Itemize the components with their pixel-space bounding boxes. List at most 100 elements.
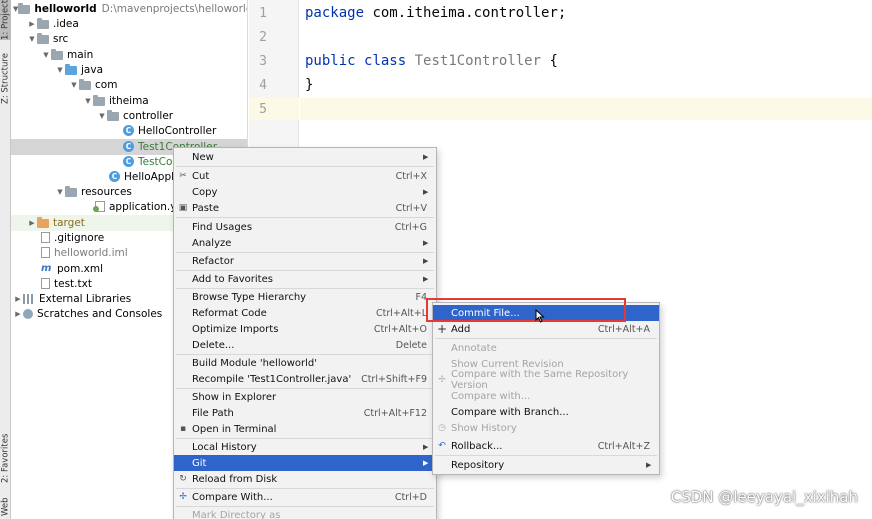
resources-folder-icon xyxy=(65,185,77,197)
menu-label: Reformat Code xyxy=(192,307,267,319)
tree-node-label: main xyxy=(67,48,94,61)
scratches-icon xyxy=(23,308,33,319)
menu-shortcut: Ctrl+Alt+Z xyxy=(597,440,650,452)
tree-node-label: .gitignore xyxy=(54,231,105,244)
submenu-arrow-icon: ▶ xyxy=(423,257,429,265)
terminal-icon: ▪ xyxy=(179,424,187,434)
menu-item-repository[interactable]: Repository ▶ xyxy=(433,457,659,473)
menu-item-compare-with[interactable]: ✢ Compare With... Ctrl+D xyxy=(174,489,436,505)
tree-node-java[interactable]: ▼ java xyxy=(11,62,247,78)
menu-item-refactor[interactable]: Refactor ▶ xyxy=(174,253,436,269)
menu-item-show-explorer[interactable]: Show in Explorer xyxy=(174,389,436,405)
tree-node-com[interactable]: ▼ com xyxy=(11,77,247,93)
clock-icon: ◷ xyxy=(438,423,446,433)
tree-node-main[interactable]: ▼ main xyxy=(11,47,247,63)
menu-item-cut[interactable]: ✂ Cut Ctrl+X xyxy=(174,168,436,184)
code-text: { xyxy=(541,53,558,69)
menu-label: Analyze xyxy=(192,237,232,249)
line-number: 3 xyxy=(259,54,267,69)
git-submenu: Commit File... + Add Ctrl+Alt+A Annotate S… xyxy=(432,302,660,475)
menu-item-add-favorites[interactable]: Add to Favorites ▶ xyxy=(174,271,436,287)
menu-label: Copy xyxy=(192,186,218,198)
favorites-tool-tab[interactable]: 2: Favorites xyxy=(0,428,11,488)
chevron-down-icon[interactable]: ▼ xyxy=(69,81,79,89)
project-tool-tab[interactable]: 1: Project xyxy=(0,0,11,40)
class-icon: C xyxy=(123,125,134,137)
chevron-down-icon[interactable]: ▼ xyxy=(27,35,37,43)
menu-item-paste[interactable]: ▣ Paste Ctrl+V xyxy=(174,200,436,216)
menu-separator xyxy=(176,166,434,167)
folder-icon xyxy=(51,48,63,60)
tree-node-label: com xyxy=(95,78,118,91)
compare-icon: ✢ xyxy=(179,492,187,502)
menu-label: Show History xyxy=(451,422,517,434)
menu-item-find-usages[interactable]: Find Usages Ctrl+G xyxy=(174,219,436,235)
menu-label: Show in Explorer xyxy=(192,391,277,403)
menu-item-open-terminal[interactable]: ▪ Open in Terminal xyxy=(174,421,436,437)
menu-label: Optimize Imports xyxy=(192,323,279,335)
keyword: class xyxy=(364,53,407,69)
menu-item-recompile[interactable]: Recompile 'Test1Controller.java' Ctrl+Shi… xyxy=(174,371,436,387)
menu-label: Build Module 'helloworld' xyxy=(192,357,318,369)
chevron-down-icon[interactable]: ▼ xyxy=(83,97,93,105)
tree-node-label: src xyxy=(53,32,69,45)
menu-item-file-path[interactable]: File Path Ctrl+Alt+F12 xyxy=(174,405,436,421)
tree-node-hello-controller[interactable]: C HelloController xyxy=(11,123,247,139)
menu-item-rollback[interactable]: ↶ Rollback... Ctrl+Alt+Z xyxy=(433,438,659,454)
menu-label: File Path xyxy=(192,407,234,419)
class-icon: C xyxy=(123,156,134,168)
menu-item-annotate[interactable]: Annotate xyxy=(433,340,659,356)
menu-item-reformat[interactable]: Reformat Code Ctrl+Alt+L xyxy=(174,305,436,321)
menu-item-compare-branch[interactable]: Compare with Branch... xyxy=(433,404,659,420)
menu-label: Browse Type Hierarchy xyxy=(192,291,307,303)
tree-node-controller[interactable]: ▼ controller xyxy=(11,108,247,124)
file-icon xyxy=(41,278,50,290)
package-icon xyxy=(79,78,91,90)
compare-icon: ✢ xyxy=(438,375,446,385)
web-tool-tab[interactable]: Web xyxy=(0,496,11,518)
tree-node-idea[interactable]: ▶ .idea xyxy=(11,16,247,32)
menu-item-delete[interactable]: Delete... Delete xyxy=(174,337,436,353)
class-name: Test1Controller xyxy=(414,53,542,69)
chevron-down-icon[interactable]: ▼ xyxy=(55,66,65,74)
menu-item-mark-directory[interactable]: Mark Directory as xyxy=(174,507,436,519)
menu-label: Repository xyxy=(451,459,505,471)
tree-node-label: pom.xml xyxy=(57,262,104,275)
chevron-right-icon[interactable]: ▶ xyxy=(13,310,23,318)
code-text: com.itheima.controller; xyxy=(364,5,567,21)
chevron-right-icon[interactable]: ▶ xyxy=(27,219,37,227)
menu-item-analyze[interactable]: Analyze ▶ xyxy=(174,235,436,251)
structure-tool-tab[interactable]: Z: Structure xyxy=(0,48,11,110)
menu-item-browse-hierarchy[interactable]: Browse Type Hierarchy F4 xyxy=(174,289,436,305)
tree-node-itheima[interactable]: ▼ itheima xyxy=(11,93,247,109)
menu-label: New xyxy=(192,151,214,163)
menu-item-show-history[interactable]: ◷ Show History xyxy=(433,420,659,436)
chevron-right-icon[interactable]: ▶ xyxy=(13,295,23,303)
menu-item-git[interactable]: Git ▶ xyxy=(174,455,436,471)
menu-item-compare-same-repo[interactable]: ✢ Compare with the Same Repository Versio… xyxy=(433,369,659,391)
tree-node-src[interactable]: ▼ src xyxy=(11,31,247,47)
menu-item-optimize-imports[interactable]: Optimize Imports Ctrl+Alt+O xyxy=(174,321,436,337)
line-number: 5 xyxy=(259,102,267,117)
menu-item-git-compare-with[interactable]: Compare with... xyxy=(433,388,659,404)
tree-node-label: helloworld.iml xyxy=(54,246,128,259)
chevron-down-icon[interactable]: ▼ xyxy=(55,188,65,196)
chevron-down-icon[interactable]: ▼ xyxy=(41,51,51,59)
menu-shortcut: Ctrl+Alt+A xyxy=(597,323,650,335)
menu-item-new[interactable]: New ▶ xyxy=(174,149,436,165)
menu-item-reload[interactable]: ↻ Reload from Disk xyxy=(174,471,436,487)
menu-item-local-history[interactable]: Local History ▶ xyxy=(174,439,436,455)
menu-item-build-module[interactable]: Build Module 'helloworld' xyxy=(174,355,436,371)
menu-item-git-add[interactable]: + Add Ctrl+Alt+A xyxy=(433,321,659,337)
library-icon xyxy=(23,293,35,304)
package-icon xyxy=(107,109,119,121)
chevron-down-icon[interactable]: ▼ xyxy=(97,112,107,120)
chevron-right-icon[interactable]: ▶ xyxy=(27,20,37,28)
scissors-icon: ✂ xyxy=(179,171,187,181)
menu-shortcut: Ctrl+Shift+F9 xyxy=(361,373,427,385)
tree-node-label: itheima xyxy=(109,94,149,107)
menu-item-copy[interactable]: Copy ▶ xyxy=(174,184,436,200)
tree-node-root[interactable]: ▼ helloworld D:\mavenprojects\helloworld xyxy=(11,1,247,17)
menu-label: Local History xyxy=(192,441,257,453)
refresh-icon: ↻ xyxy=(179,474,187,484)
